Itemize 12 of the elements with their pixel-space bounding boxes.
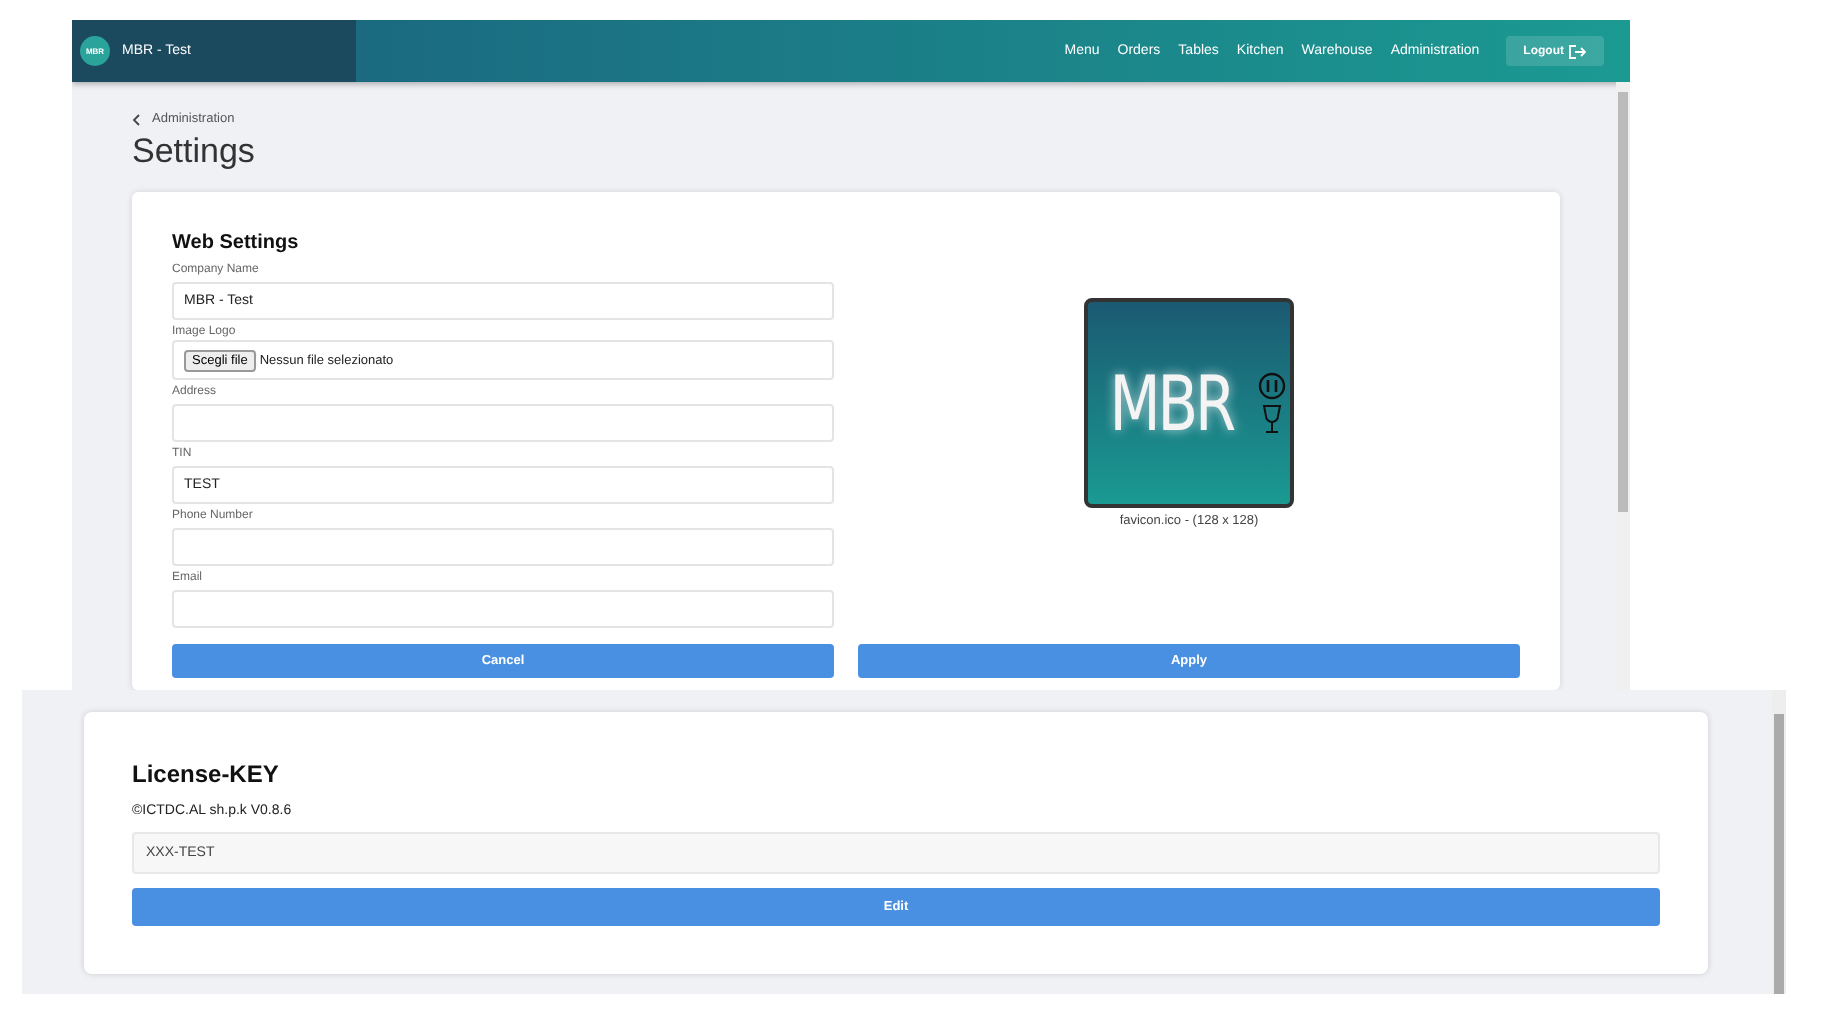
section-title: Web Settings	[172, 232, 301, 254]
scrollbar[interactable]	[1772, 690, 1786, 994]
logo-preview: MBR	[1084, 298, 1294, 508]
input-field[interactable]	[172, 590, 834, 628]
cutlery-glass-icon	[1257, 371, 1286, 435]
logout-icon	[1568, 43, 1586, 59]
back-icon	[132, 113, 140, 125]
section-title: License-KEY	[132, 760, 281, 788]
scrollbar[interactable]	[1616, 82, 1630, 690]
page-title: Settings	[132, 132, 257, 172]
input-field[interactable]	[172, 404, 834, 442]
input-field[interactable]	[172, 528, 834, 566]
